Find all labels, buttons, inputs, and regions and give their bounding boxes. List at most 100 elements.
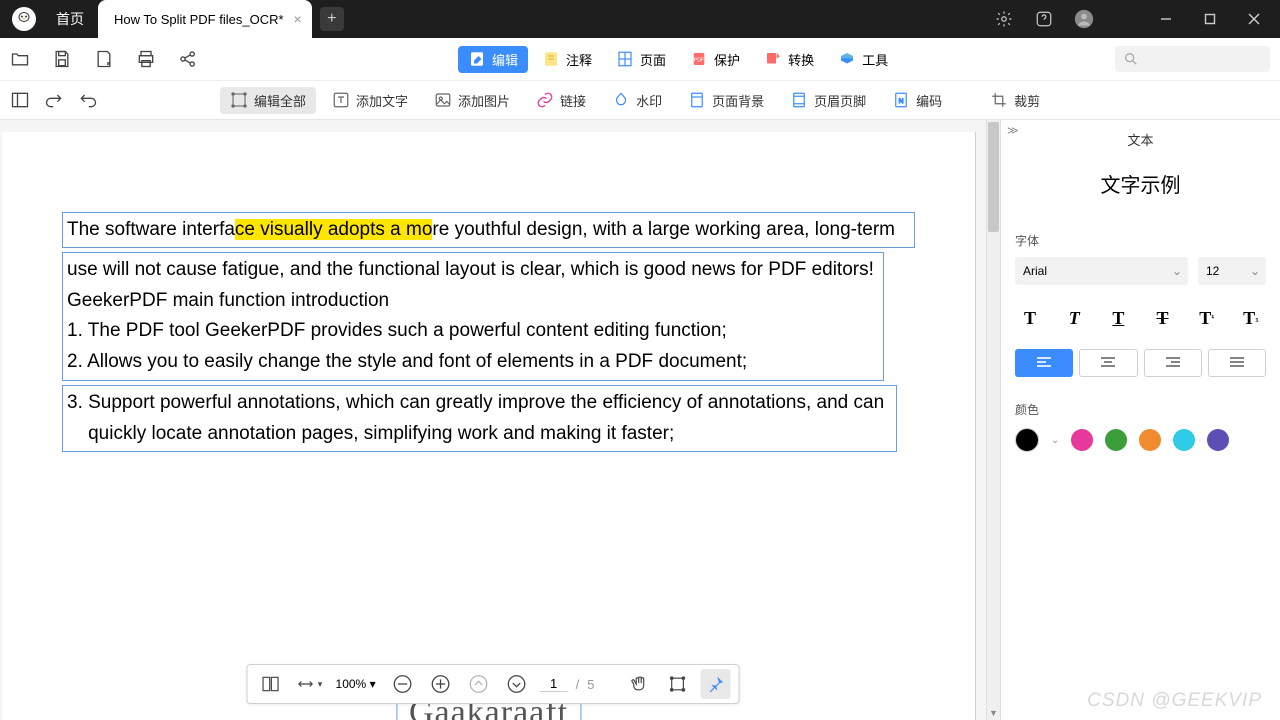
align-left-button[interactable] (1015, 349, 1073, 377)
scroll-down-icon[interactable]: ▼ (987, 706, 1000, 720)
settings-icon[interactable] (984, 0, 1024, 38)
align-right-button[interactable] (1144, 349, 1202, 377)
tab-page-label: 页面 (640, 50, 666, 69)
pdf-page[interactable]: The software interface visually adopts a… (2, 132, 976, 720)
undo-icon[interactable] (78, 90, 98, 110)
save-icon[interactable] (52, 49, 72, 69)
page-down-icon[interactable] (502, 669, 532, 699)
highlighted-text: ce visually adopts a mo (235, 219, 433, 240)
view-mode-icon[interactable] (256, 669, 286, 699)
tab-protect[interactable]: PDF 保护 (680, 46, 750, 73)
expand-panel-icon[interactable]: ≫ (1007, 124, 1019, 137)
tool-page-bg-label: 页面背景 (712, 91, 764, 110)
tab-annotate-label: 注释 (566, 50, 592, 69)
main-toolbar: 编辑 注释 页面 PDF 保护 转换 工具 (0, 38, 1280, 80)
svg-text:N: N (899, 98, 904, 105)
italic-button[interactable]: T (1059, 303, 1089, 333)
select-tool-icon[interactable] (662, 669, 692, 699)
bold-button[interactable]: T (1015, 303, 1045, 333)
font-section-label: 字体 (1015, 232, 1266, 249)
page-total: 5 (587, 677, 594, 692)
text-block-2[interactable]: use will not cause fatigue, and the func… (62, 252, 884, 381)
side-panel-tab[interactable]: 文本 (1015, 126, 1266, 159)
text-block-1[interactable]: The software interface visually adopts a… (62, 212, 915, 248)
tool-edit-all[interactable]: 编辑全部 (220, 87, 316, 114)
color-swatch-black[interactable] (1015, 428, 1039, 452)
tab-edit-label: 编辑 (492, 50, 518, 69)
save-as-icon[interactable] (94, 49, 114, 69)
tool-header-footer[interactable]: 页眉页脚 (780, 87, 876, 114)
tool-add-text[interactable]: 添加文字 (322, 87, 418, 114)
tab-tools[interactable]: 工具 (828, 46, 898, 73)
home-tab[interactable]: 首页 (44, 0, 96, 38)
align-center-button[interactable] (1079, 349, 1137, 377)
redo-icon[interactable] (44, 90, 64, 110)
color-swatch-pink[interactable] (1071, 429, 1093, 451)
tool-edit-all-label: 编辑全部 (254, 91, 306, 110)
side-panel: ≫ 文本 文字示例 字体 Arial 12 T T T T T¹ T₁ 颜色 ⌄ (1000, 120, 1280, 720)
tab-protect-label: 保护 (714, 50, 740, 69)
font-size-select[interactable]: 12 (1198, 257, 1266, 285)
tab-edit[interactable]: 编辑 (458, 46, 528, 73)
tool-header-footer-label: 页眉页脚 (814, 91, 866, 110)
close-button[interactable] (1232, 0, 1276, 38)
text-sample: 文字示例 (1015, 159, 1266, 222)
superscript-button[interactable]: T¹ (1192, 303, 1222, 333)
document-tab[interactable]: How To Split PDF files_OCR* × (98, 0, 312, 38)
page-sep: / (576, 677, 580, 692)
tool-watermark[interactable]: 水印 (602, 87, 672, 114)
color-swatches: ⌄ (1015, 428, 1266, 452)
tab-tools-label: 工具 (862, 50, 888, 69)
color-swatch-orange[interactable] (1139, 429, 1161, 451)
zoom-in-icon[interactable] (426, 669, 456, 699)
help-icon[interactable] (1024, 0, 1064, 38)
strikethrough-button[interactable]: T (1148, 303, 1178, 333)
color-dropdown-icon[interactable]: ⌄ (1051, 435, 1059, 446)
page-up-icon[interactable] (464, 669, 494, 699)
zoom-out-icon[interactable] (388, 669, 418, 699)
tab-convert[interactable]: 转换 (754, 46, 824, 73)
color-swatch-green[interactable] (1105, 429, 1127, 451)
tool-add-image-label: 添加图片 (458, 91, 510, 110)
avatar-icon[interactable] (1064, 0, 1104, 38)
font-family-select[interactable]: Arial (1015, 257, 1188, 285)
maximize-button[interactable] (1188, 0, 1232, 38)
hand-tool-icon[interactable] (624, 669, 654, 699)
fit-width-icon[interactable]: ▾ (294, 669, 324, 699)
align-justify-button[interactable] (1208, 349, 1266, 377)
tool-crop-label: 裁剪 (1014, 91, 1040, 110)
color-section-label: 颜色 (1015, 401, 1266, 418)
underline-button[interactable]: T (1103, 303, 1133, 333)
tab-convert-label: 转换 (788, 50, 814, 69)
print-icon[interactable] (136, 49, 156, 69)
color-swatch-purple[interactable] (1207, 429, 1229, 451)
tool-crop[interactable]: 裁剪 (980, 87, 1050, 114)
color-swatch-cyan[interactable] (1173, 429, 1195, 451)
page-viewport: The software interface visually adopts a… (0, 120, 986, 720)
tab-page[interactable]: 页面 (606, 46, 676, 73)
open-icon[interactable] (10, 49, 30, 69)
text-block-3[interactable]: 3. Support powerful annotations, which c… (62, 385, 897, 453)
minimize-button[interactable] (1144, 0, 1188, 38)
subscript-button[interactable]: T₁ (1236, 303, 1266, 333)
tool-link[interactable]: 链接 (526, 87, 596, 114)
tool-link-label: 链接 (560, 91, 586, 110)
share-icon[interactable] (178, 49, 198, 69)
tab-annotate[interactable]: 注释 (532, 46, 602, 73)
titlebar: 首页 How To Split PDF files_OCR* × + (0, 0, 1280, 38)
pin-tool-icon[interactable] (700, 669, 730, 699)
new-tab-button[interactable]: + (320, 7, 344, 31)
svg-text:PDF: PDF (694, 57, 705, 63)
panel-toggle-icon[interactable] (10, 90, 30, 110)
tool-numbering[interactable]: N编码 (882, 87, 952, 114)
close-tab-icon[interactable]: × (294, 11, 302, 27)
tool-add-image[interactable]: 添加图片 (424, 87, 520, 114)
tool-page-bg[interactable]: 页面背景 (678, 87, 774, 114)
tool-add-text-label: 添加文字 (356, 91, 408, 110)
zoom-level[interactable]: 100% ▾ (332, 677, 380, 691)
search-input[interactable] (1115, 46, 1270, 72)
vertical-scrollbar[interactable]: ▼ (986, 120, 1000, 720)
workspace: The software interface visually adopts a… (0, 120, 1280, 720)
page-input[interactable] (540, 676, 568, 692)
scroll-thumb[interactable] (988, 122, 999, 232)
